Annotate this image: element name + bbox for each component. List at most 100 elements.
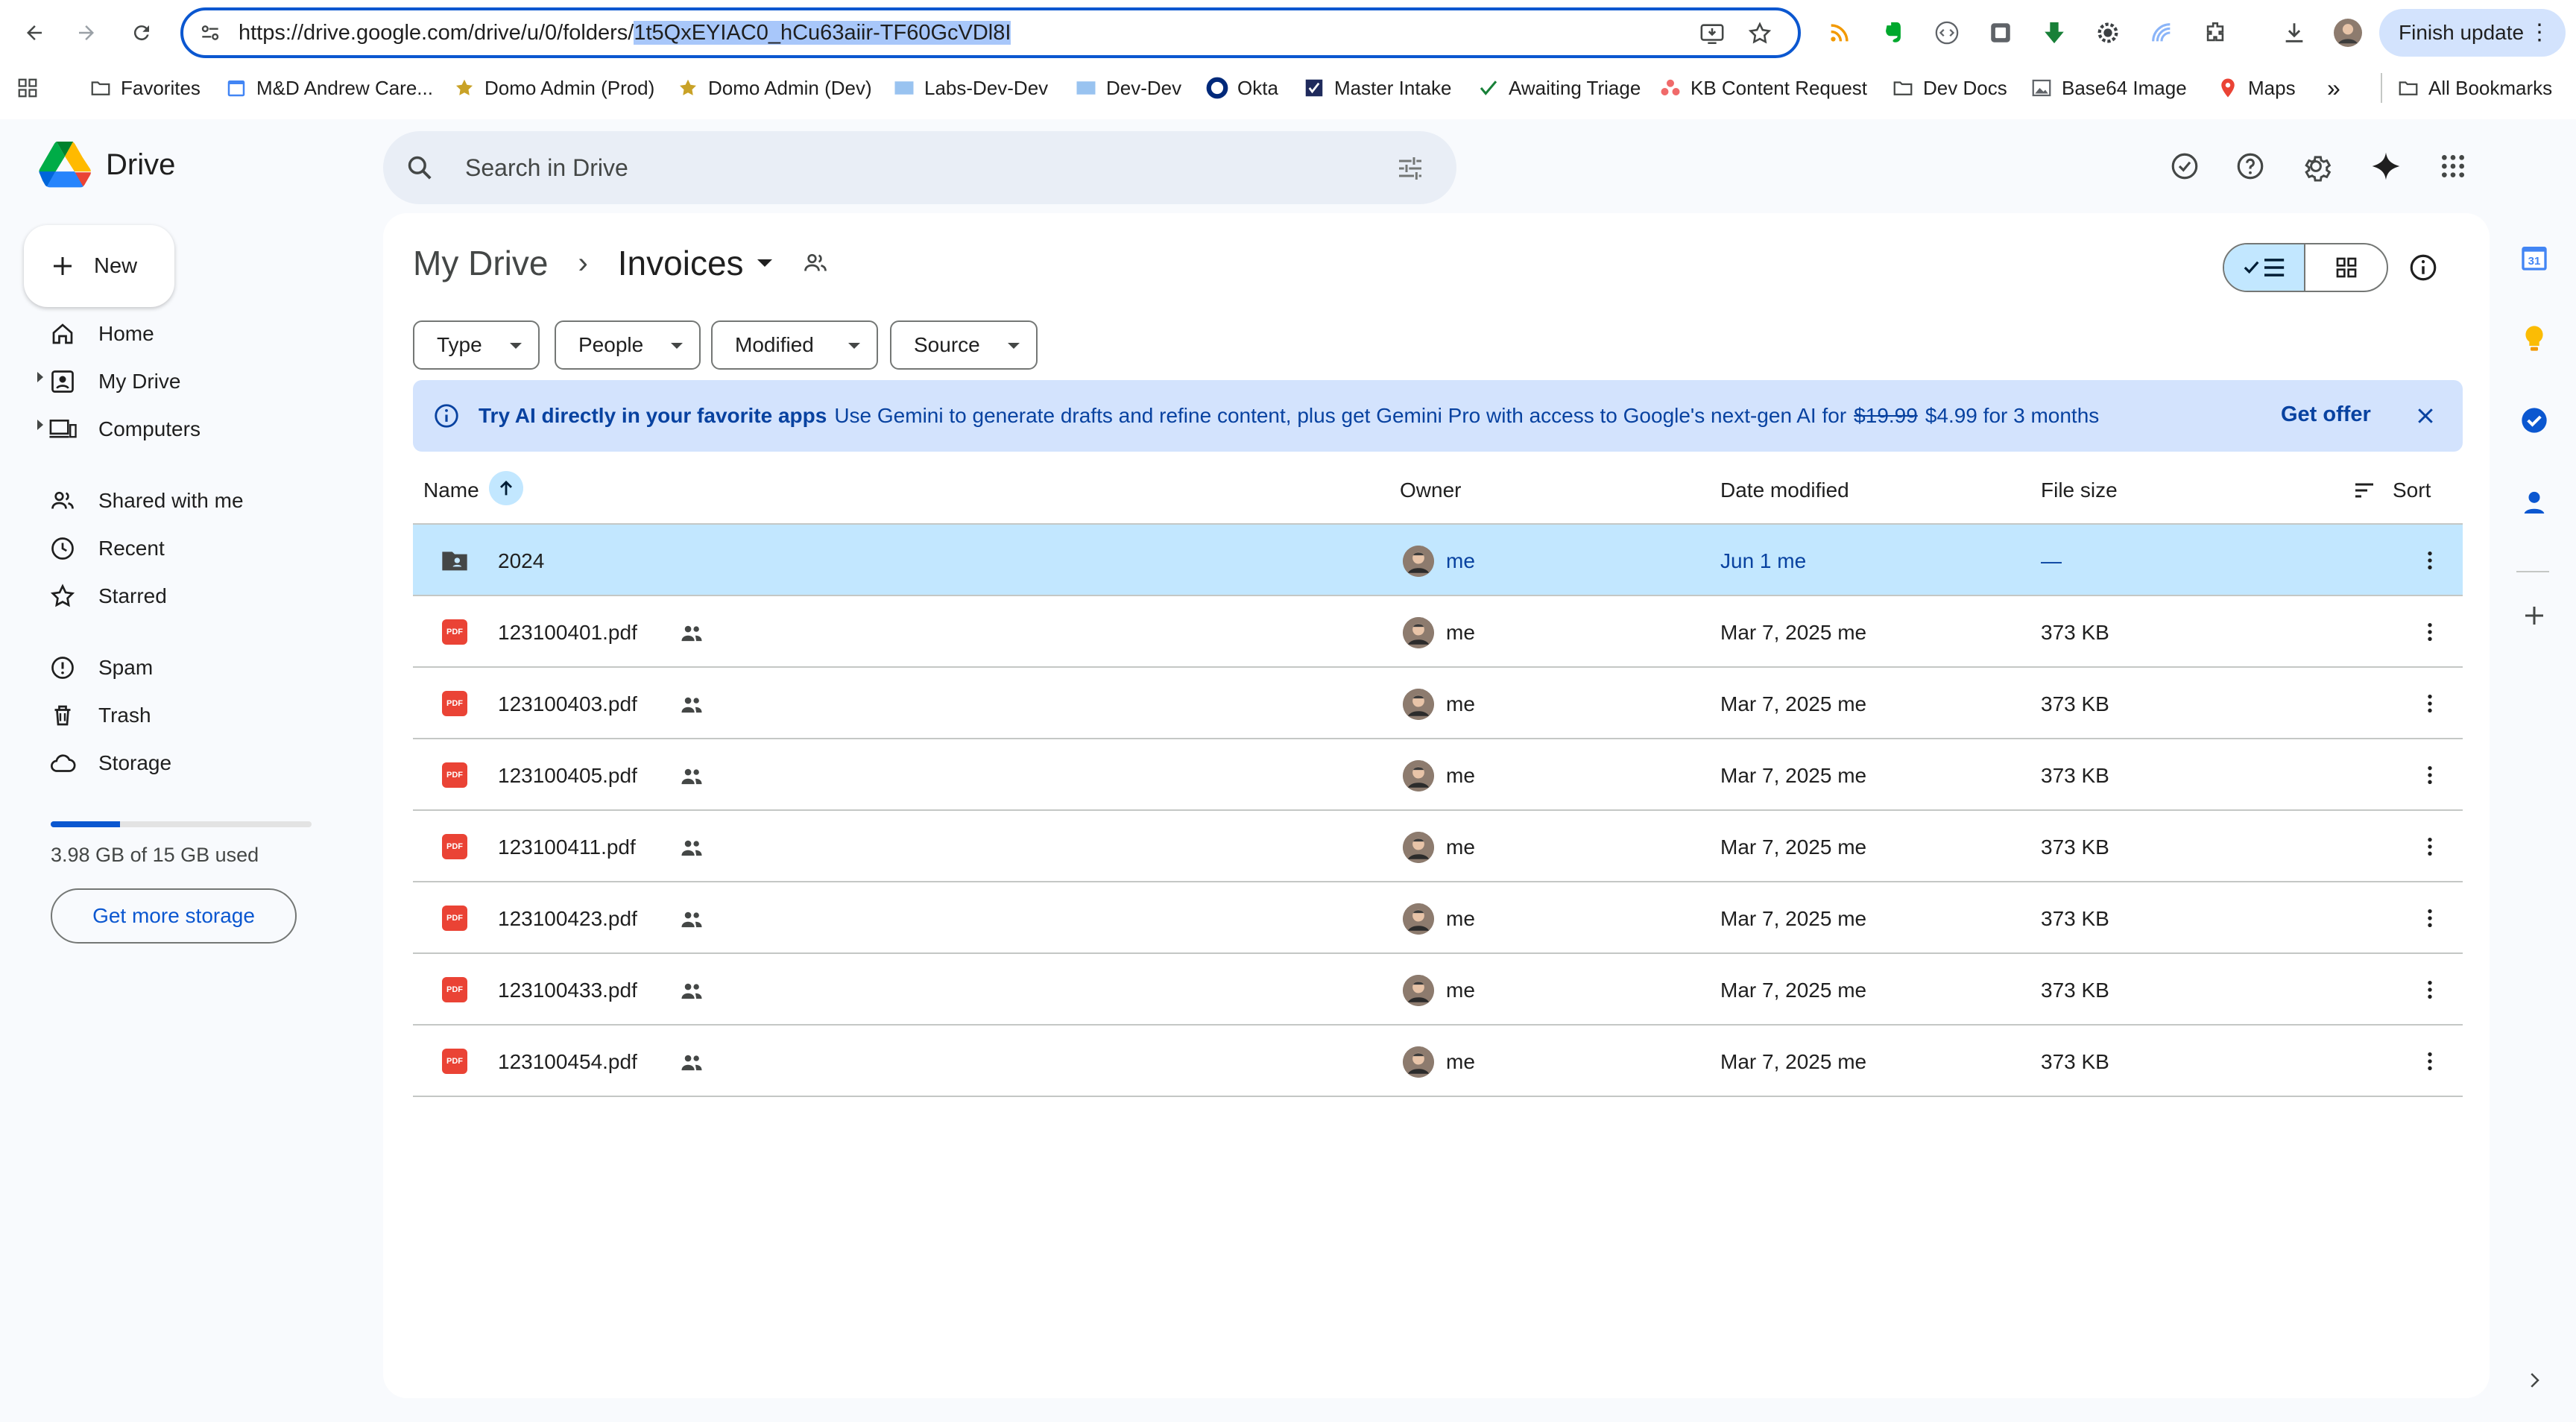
bookmark-4[interactable]: Domo Admin (Dev) <box>677 73 872 103</box>
shared-folder-icon[interactable] <box>802 250 829 276</box>
tasks-app-button[interactable] <box>2516 402 2552 438</box>
expand-caret-icon[interactable] <box>37 372 43 382</box>
bookmark-13[interactable]: Maps <box>2217 73 2296 103</box>
table-row[interactable]: PDF 123100405.pdf me Mar 7, 2025 me 373 KB <box>413 739 2463 811</box>
more-actions-button[interactable] <box>2415 903 2445 933</box>
sort-direction-button[interactable] <box>489 471 523 505</box>
download-extension[interactable] <box>2038 16 2071 49</box>
column-name[interactable]: Name <box>423 478 479 502</box>
more-actions-button[interactable] <box>2415 760 2445 790</box>
reload-button[interactable] <box>125 16 158 49</box>
filter-source[interactable]: Source <box>890 320 1038 370</box>
google-apps-button[interactable] <box>2434 148 2472 185</box>
table-row[interactable]: PDF 123100411.pdf me Mar 7, 2025 me 373 KB <box>413 811 2463 882</box>
file-name[interactable]: 123100403.pdf <box>498 692 637 716</box>
dismiss-banner-button[interactable] <box>2409 399 2442 432</box>
site-settings-icon[interactable] <box>198 21 222 45</box>
breadcrumb-my-drive[interactable]: My Drive <box>413 243 548 283</box>
bookmark-1[interactable]: Favorites <box>89 73 201 103</box>
bookmark-12[interactable]: Base64 Image <box>2030 73 2187 103</box>
url-text[interactable]: https://drive.google.com/drive/u/0/folde… <box>239 21 1011 45</box>
table-row[interactable]: PDF 123100401.pdf me Mar 7, 2025 me 373 KB <box>413 596 2463 668</box>
column-owner[interactable]: Owner <box>1400 478 1461 502</box>
all-bookmarks[interactable]: All Bookmarks <box>2381 73 2552 103</box>
sidebar-item-storage[interactable]: Storage <box>22 742 343 784</box>
more-actions-button[interactable] <box>2415 617 2445 647</box>
more-actions-button[interactable] <box>2415 832 2445 862</box>
filter-people[interactable]: People <box>555 320 701 370</box>
rss-extension[interactable] <box>1823 16 1856 49</box>
file-name[interactable]: 123100423.pdf <box>498 907 637 931</box>
hide-side-panel-button[interactable] <box>2516 1362 2552 1398</box>
get-addons-button[interactable] <box>2516 598 2552 633</box>
calendar-app-button[interactable]: 31 <box>2516 240 2552 276</box>
contacts-app-button[interactable] <box>2516 484 2552 520</box>
offline-ready-button[interactable] <box>2166 148 2203 185</box>
sidebar-item-starred[interactable]: Starred <box>22 575 343 617</box>
sidebar-item-recent[interactable]: Recent <box>22 528 343 569</box>
drive-logo[interactable]: Drive <box>39 142 175 188</box>
filter-type[interactable]: Type <box>413 320 540 370</box>
bookmark-11[interactable]: Dev Docs <box>1892 73 2007 103</box>
get-offer-button[interactable]: Get offer <box>2281 402 2371 427</box>
file-name[interactable]: 123100433.pdf <box>498 979 637 1002</box>
filter-modified[interactable]: Modified <box>711 320 878 370</box>
file-name[interactable]: 123100454.pdf <box>498 1050 637 1074</box>
view-details-button[interactable] <box>2405 249 2442 286</box>
grid-view-button[interactable] <box>2305 244 2387 291</box>
more-actions-button[interactable] <box>2415 1046 2445 1076</box>
finish-update-button[interactable]: Finish update ⋮ <box>2379 9 2566 57</box>
apps-shortcut[interactable] <box>16 73 39 103</box>
sidebar-item-spam[interactable]: Spam <box>22 647 343 689</box>
install-app-icon[interactable] <box>1699 21 1725 46</box>
expand-caret-icon[interactable] <box>37 420 43 430</box>
table-row[interactable]: PDF 123100403.pdf me Mar 7, 2025 me 373 KB <box>413 668 2463 739</box>
bookmark-9[interactable]: Awaiting Triage <box>1477 73 1641 103</box>
more-actions-button[interactable] <box>2415 546 2445 575</box>
table-row[interactable]: 2024 me Jun 1 me — <box>413 525 2463 596</box>
bookmarks-overflow[interactable]: » <box>2327 73 2340 103</box>
search-options-icon[interactable] <box>1395 154 1425 183</box>
more-actions-button[interactable] <box>2415 975 2445 1005</box>
table-row[interactable]: PDF 123100423.pdf me Mar 7, 2025 me 373 KB <box>413 882 2463 954</box>
sidebar-item-home[interactable]: Home <box>22 313 343 355</box>
column-date-modified[interactable]: Date modified <box>1720 478 1849 502</box>
column-file-size[interactable]: File size <box>2041 478 2118 502</box>
file-name[interactable]: 123100401.pdf <box>498 621 637 645</box>
extensions-button[interactable] <box>2199 16 2232 49</box>
profile-button[interactable] <box>2332 16 2364 49</box>
sidebar-item-shared-with-me[interactable]: Shared with me <box>22 480 343 522</box>
wifi-extension[interactable] <box>2145 16 2178 49</box>
file-name[interactable]: 123100411.pdf <box>498 835 636 859</box>
file-name[interactable]: 2024 <box>498 549 544 573</box>
grid-extension[interactable] <box>1984 16 2017 49</box>
folder-menu-caret-icon[interactable] <box>757 259 772 267</box>
bookmark-10[interactable]: KB Content Request <box>1659 73 1867 103</box>
evernote-extension[interactable] <box>1877 16 1910 49</box>
sidebar-item-my-drive[interactable]: My Drive <box>22 361 343 402</box>
breadcrumb-current-folder[interactable]: Invoices <box>618 243 744 283</box>
sort-button[interactable]: Sort <box>2393 478 2431 502</box>
forward-button[interactable] <box>70 16 103 49</box>
table-row[interactable]: PDF 123100454.pdf me Mar 7, 2025 me 373 KB <box>413 1026 2463 1097</box>
bookmark-8[interactable]: Master Intake <box>1303 73 1452 103</box>
bookmark-3[interactable]: Domo Admin (Prod) <box>453 73 654 103</box>
table-row[interactable]: PDF 123100433.pdf me Mar 7, 2025 me 373 KB <box>413 954 2463 1026</box>
sidebar-item-computers[interactable]: Computers <box>22 408 343 450</box>
bookmark-star-icon[interactable] <box>1747 21 1772 46</box>
settings-button[interactable] <box>2297 148 2334 185</box>
back-button[interactable] <box>18 16 51 49</box>
search-input[interactable] <box>465 131 1360 204</box>
search-icon[interactable] <box>405 154 434 182</box>
bookmark-2[interactable]: M&D Andrew Care... <box>225 73 433 103</box>
bookmark-7[interactable]: Okta <box>1206 73 1278 103</box>
list-view-button[interactable] <box>2224 244 2306 291</box>
sidebar-item-trash[interactable]: Trash <box>22 695 343 736</box>
keep-app-button[interactable] <box>2516 320 2552 356</box>
downloads-button[interactable] <box>2278 16 2311 49</box>
gear-extension[interactable] <box>2092 16 2124 49</box>
bookmark-5[interactable]: Labs-Dev-Dev <box>893 73 1048 103</box>
more-actions-button[interactable] <box>2415 689 2445 718</box>
support-button[interactable] <box>2232 148 2269 185</box>
new-button[interactable]: New <box>24 225 174 307</box>
